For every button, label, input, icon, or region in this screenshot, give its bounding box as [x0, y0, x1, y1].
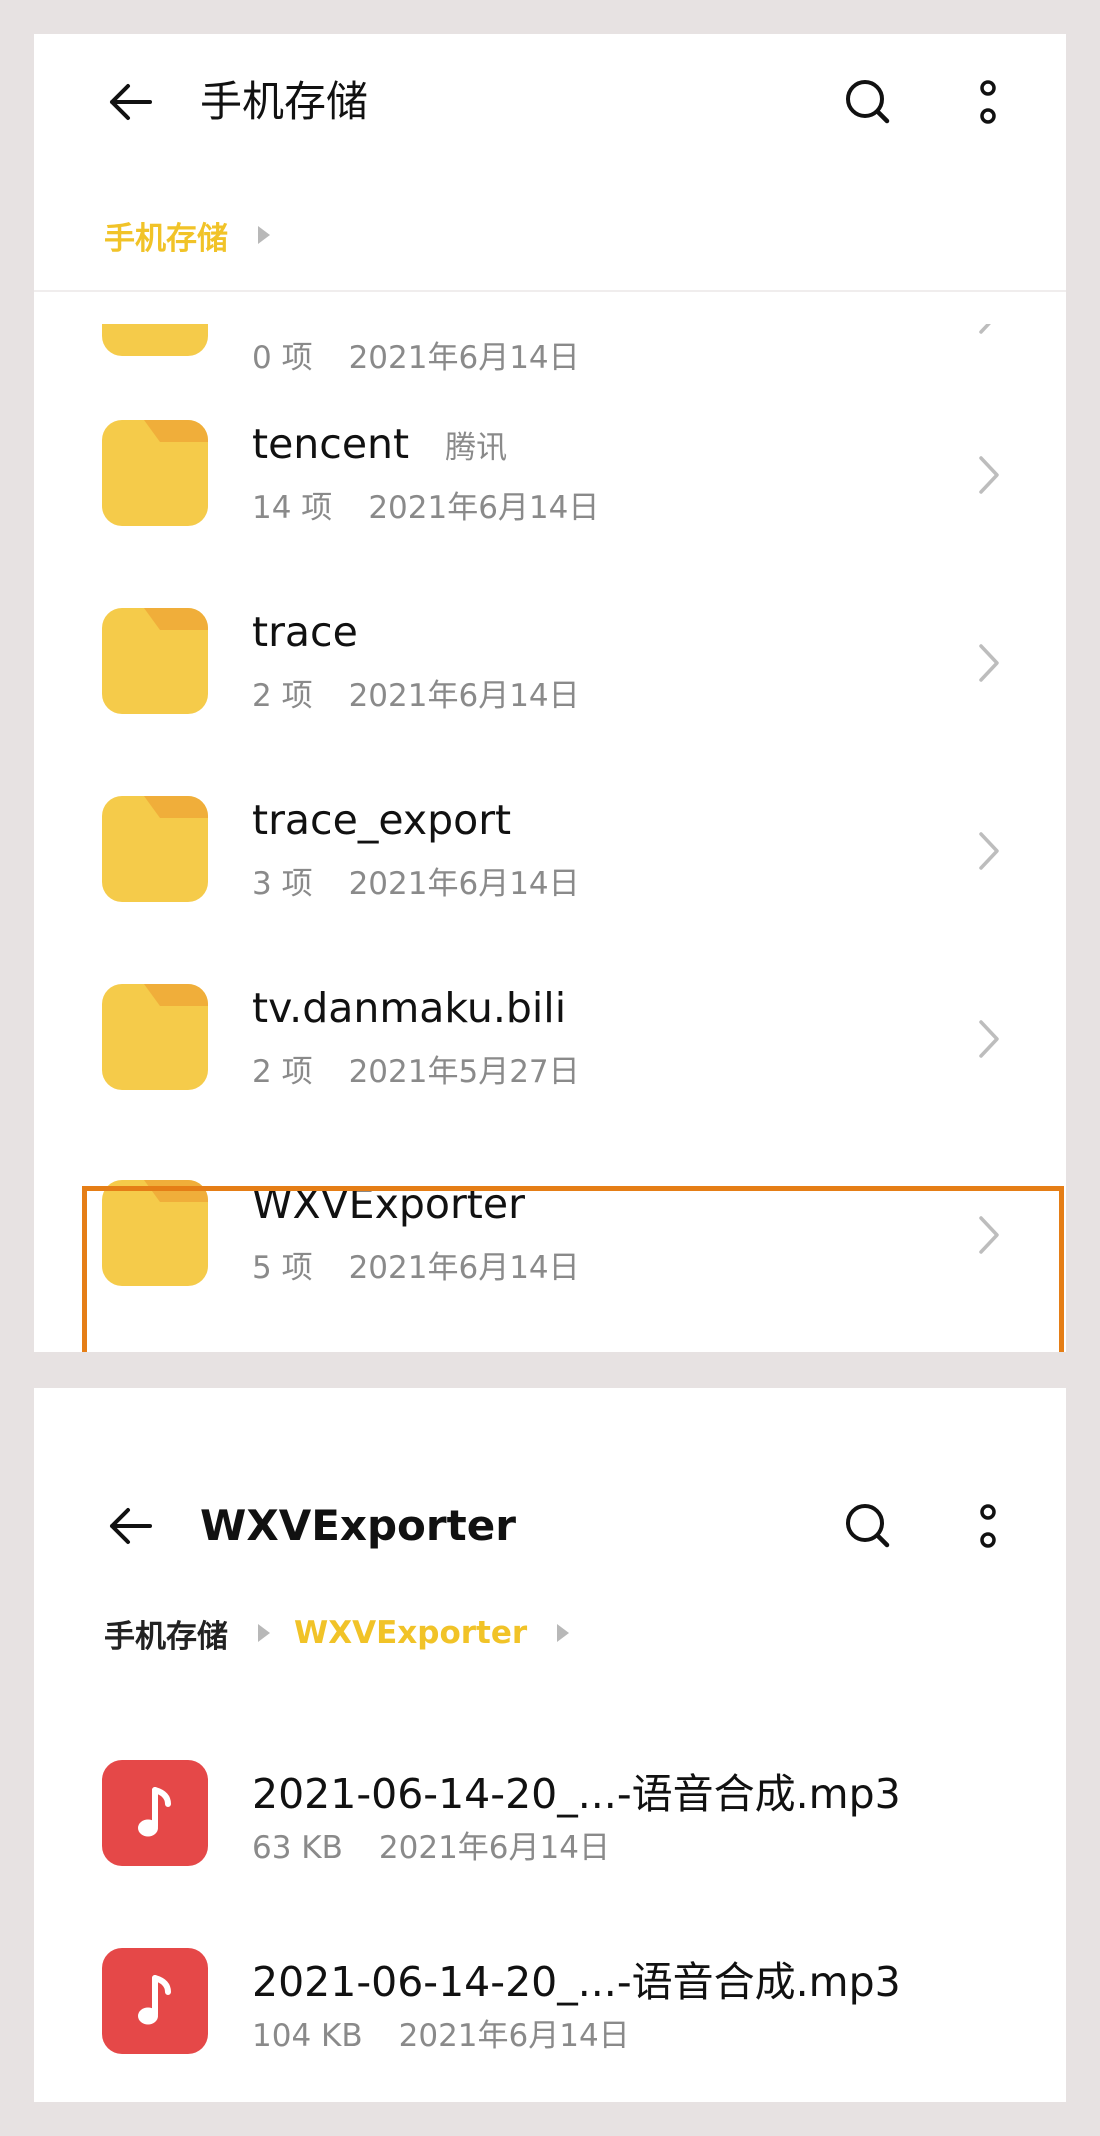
folder-item-tencent[interactable]: tencent 腾讯 14 项 2021年6月14日 [34, 420, 1066, 608]
breadcrumb-divider [34, 290, 1066, 292]
more-options-button[interactable] [948, 1486, 1028, 1566]
search-button[interactable] [828, 62, 908, 142]
folder-alias: 腾讯 [445, 430, 508, 466]
music-note-icon [102, 1948, 208, 2054]
item-meta: 14 项 2021年6月14日 [252, 482, 599, 527]
search-button[interactable] [828, 1486, 908, 1566]
item-date: 2021年6月14日 [348, 1250, 580, 1286]
file-name-row: 2021-06-14-20_...-语音合成.mp3 [252, 1760, 901, 1820]
item-count: 2 项 [252, 678, 313, 714]
folder-icon [102, 984, 208, 1090]
page-title: WXVExporter [200, 1501, 516, 1550]
folder-name-row: tv.danmaku.bili [252, 984, 566, 1032]
music-note-icon [102, 1760, 208, 1866]
back-button[interactable] [90, 1486, 170, 1566]
back-arrow-icon [110, 1508, 152, 1544]
file-name: 2021-06-14-20_...-语音合成.mp3 [252, 1770, 901, 1818]
folder-name-row: trace_export [252, 796, 511, 844]
chevron-right-icon [969, 638, 1009, 688]
folder-name: WXVExporter [252, 1180, 525, 1228]
item-date: 2021年6月14日 [348, 866, 580, 902]
breadcrumb-triangle-icon [256, 1622, 272, 1644]
folder-item-trace-export[interactable]: trace_export 3 项 2021年6月14日 [34, 796, 1066, 984]
more-options-button[interactable] [948, 62, 1028, 142]
breadcrumb-item-wxvexporter[interactable]: WXVExporter [294, 1615, 527, 1651]
folder-item-wxvexporter[interactable]: WXVExporter 5 项 2021年6月14日 [34, 1180, 1066, 1352]
item-meta: 2 项 2021年5月27日 [252, 1046, 580, 1091]
back-arrow-icon [110, 84, 152, 120]
app-bar: WXVExporter [34, 1458, 1066, 1588]
item-date: 2021年5月27日 [348, 1054, 580, 1090]
folder-name: tv.danmaku.bili [252, 984, 567, 1032]
folder-name: tencent [252, 420, 410, 468]
item-date: 2021年6月14日 [348, 678, 580, 714]
breadcrumb-triangle-icon [256, 224, 272, 246]
item-count: 14 项 [252, 490, 333, 526]
folder-icon [102, 1180, 208, 1286]
item-count: 3 项 [252, 866, 313, 902]
item-date: 2021年6月14日 [348, 340, 580, 376]
item-date: 2021年6月14日 [398, 2018, 630, 2054]
item-meta: 63 KB 2021年6月14日 [252, 1822, 610, 1867]
item-meta: 3 项 2021年6月14日 [252, 858, 580, 903]
item-meta: 0 项 2021年6月14日 [252, 332, 580, 377]
page-title: 手机存储 [200, 77, 369, 126]
back-button[interactable] [90, 62, 170, 142]
item-count: 5 项 [252, 1250, 313, 1286]
chevron-right-icon [969, 826, 1009, 876]
chevron-right-icon [969, 1210, 1009, 1260]
more-vertical-icon [980, 1504, 996, 1548]
breadcrumb-item-phone-storage[interactable]: 手机存储 [104, 213, 228, 258]
chevron-right-icon [969, 450, 1009, 500]
item-meta: 2 项 2021年6月14日 [252, 670, 580, 715]
folder-name-row: tencent 腾讯 [252, 420, 507, 468]
folder-name: trace [252, 608, 358, 656]
search-icon [846, 80, 890, 124]
folder-item-tv-danmaku-bili[interactable]: tv.danmaku.bili 2 项 2021年5月27日 [34, 984, 1066, 1172]
file-item-audio[interactable]: 2021-06-14-20_...-语音合成.mp3 63 KB 2021年6月1… [34, 1760, 1066, 1948]
item-count: 2 项 [252, 1054, 313, 1090]
folder-item-trace[interactable]: trace 2 项 2021年6月14日 [34, 608, 1066, 796]
chevron-right-icon [969, 1014, 1009, 1064]
file-item-audio[interactable]: 2021-06-14-20_...-语音合成.mp3 104 KB 2021年6月… [34, 1948, 1066, 2102]
folder-icon [102, 324, 208, 356]
more-vertical-icon [980, 80, 996, 124]
item-count: 0 项 [252, 340, 313, 376]
breadcrumb-triangle-icon [555, 1622, 571, 1644]
file-name-row: 2021-06-14-20_...-语音合成.mp3 [252, 1948, 901, 2008]
folder-name: trace_export [252, 796, 512, 844]
folder-name-row: trace [252, 608, 358, 656]
folder-icon [102, 796, 208, 902]
file-browser-panel-wxvexporter: WXVExporter 手机存储 WXVExporter 2021-06-14-… [34, 1388, 1066, 2102]
file-size: 104 KB [252, 2018, 363, 2054]
breadcrumb-item-phone-storage[interactable]: 手机存储 [104, 1611, 228, 1656]
breadcrumb: 手机存储 [104, 210, 294, 260]
item-date: 2021年6月14日 [378, 1830, 610, 1866]
file-size: 63 KB [252, 1830, 343, 1866]
app-bar: 手机存储 [34, 34, 1066, 164]
breadcrumb: 手机存储 WXVExporter [104, 1608, 593, 1658]
item-meta: 5 项 2021年6月14日 [252, 1242, 580, 1287]
item-date: 2021年6月14日 [368, 490, 600, 526]
chevron-right-icon [969, 324, 1009, 340]
file-browser-panel-phone-storage: 手机存储 手机存储 0 项 2021年6月14日 tencent 腾讯 14 项… [34, 34, 1066, 1352]
item-meta: 104 KB 2021年6月14日 [252, 2010, 630, 2055]
file-name: 2021-06-14-20_...-语音合成.mp3 [252, 1958, 901, 2006]
folder-icon [102, 420, 208, 526]
search-icon [846, 1504, 890, 1548]
folder-name-row: WXVExporter [252, 1180, 525, 1228]
folder-icon [102, 608, 208, 714]
